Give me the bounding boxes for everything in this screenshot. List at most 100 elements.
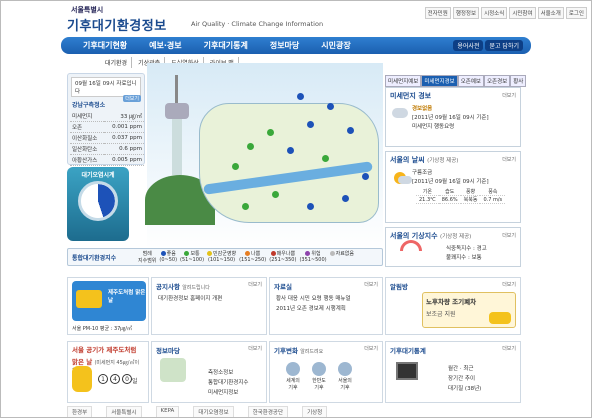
util-link[interactable]: 시정소식 [481,7,508,19]
station-marker[interactable] [322,155,329,162]
legend-swatch [245,251,251,256]
station-marker[interactable] [362,173,369,180]
tab-dust-alert[interactable]: 미세먼지경보 [421,75,458,87]
dust-guide-link[interactable]: 미세먼지 행동요령 [412,122,516,130]
pollutant-name: 이산화질소 [70,132,105,144]
util-link[interactable]: 전자민원 [424,7,451,19]
info-list: 측정소정보 통합대기환경지수 미세먼지정보 [202,366,254,398]
station-marker[interactable] [342,195,349,202]
rainbow-icon [400,240,422,251]
scrap-car-banner[interactable]: 노후차량 조기폐차 보조금 지원 [422,292,516,328]
station-marker[interactable] [327,103,334,110]
more-link[interactable]: 더보기 [502,156,516,163]
more-link[interactable]: 더보기 [502,232,516,239]
site-title[interactable]: 기후대기환경정보 [67,15,167,34]
pollution-clock[interactable]: 대기오염시계 [67,167,129,241]
weather-index-box: 서울의 기상지수 (기상청 제공) 더보기 식중독지수 : 경고 불쾌지수 : … [385,227,521,267]
footer-link[interactable]: 서울특별시 [106,406,142,417]
list-item[interactable]: 2011년 오존 경보제 시행계획 [276,304,376,312]
glossary-button[interactable]: 용어사전 [453,40,484,51]
monitor-icon [396,362,418,380]
more-link[interactable]: 더보기 [248,281,262,288]
nav-item[interactable]: 정보마당 [270,40,299,51]
table-row: 21.3℃ 86.6% 북북동 0.7 m/s [416,195,506,204]
footer-link[interactable]: KEPA [155,406,180,417]
index-note: (기상청 제공) [439,234,472,240]
more-link[interactable]: 더보기 [502,92,516,99]
legend-range: (0~50) [159,257,178,263]
tab-yellow-dust[interactable]: 황사 [510,75,527,87]
sub-nav-item[interactable]: 대기환경 [101,57,133,68]
index-title-text: 서울의 기상지수 [390,232,438,240]
legend-items: 범례 지수범위 좋음 (0~50) 보통 (51~100) 민감군영향 (101~150… [138,250,354,264]
station-marker[interactable] [347,127,354,134]
tab-dust-forecast[interactable]: 미세먼지예보 [385,75,422,87]
weather-value: 86.6% [438,195,461,204]
nav-item[interactable]: 시민광장 [321,40,350,51]
station-marker[interactable] [307,203,314,210]
world-climate-link[interactable]: 세계의 기후 [284,362,302,391]
clean-days-box: 서울 공기가 제주도처럼 맑은 날 (미세먼지 45㎍/㎥이하) 1 4 0 일 [67,341,149,403]
station-marker[interactable] [297,93,304,100]
list-item[interactable]: 황사 대응 시민 요령 행동 매뉴얼 [276,294,376,302]
more-link[interactable]: 더보기 [248,345,262,352]
station-marker[interactable] [267,129,274,136]
station-marker[interactable] [307,121,314,128]
nav-item[interactable]: 기후대기통계 [204,40,248,51]
more-link[interactable]: 더보기 [502,345,516,352]
dust-alert-title: 미세먼지 경보 [390,92,432,100]
list-item[interactable]: 대기질 (38년) [448,384,481,392]
nav-item[interactable]: 예보·경보 [149,40,181,51]
korea-climate-link[interactable]: 한반도 기후 [310,362,328,391]
util-link[interactable]: 행정정보 [452,7,480,19]
list-item[interactable]: 장기간 추이 [448,374,481,382]
data-room-box: 자료실 더보기 황사 대응 시민 요령 행동 매뉴얼 2011년 오존 경보제 … [269,277,383,335]
more-link[interactable]: 더보기 [502,281,516,288]
counter-digit: 1 [98,374,108,384]
station-detail-button[interactable]: 더보기 [123,95,141,102]
station-marker[interactable] [247,143,254,150]
legend-range: (251~350) [269,257,297,263]
footer-link[interactable]: 기상청 [302,406,328,417]
table-row: 아황산가스 0.005 ppm [70,154,144,166]
util-link[interactable]: 시민참여 [509,7,536,19]
list-item[interactable]: 통합대기환경지수 [208,378,248,386]
banner-line: 노후차량 조기폐차 [426,298,477,306]
more-link[interactable]: 더보기 [364,281,378,288]
station-marker[interactable] [242,203,249,210]
list-item[interactable]: 측정소정보 [208,368,248,376]
tab-ozone-alert[interactable]: 오존경보 [484,75,511,87]
pollutant-value: 0.001 ppm [104,121,144,133]
list-item[interactable]: 미세먼지정보 [208,388,248,396]
table-row: 미세먼지 33 ㎍/㎥ [70,111,144,122]
list-item[interactable]: 월간 · 최근 [448,364,481,372]
station-marker[interactable] [272,191,279,198]
station-marker[interactable] [232,163,239,170]
legend-item: 자료없음 [329,250,354,264]
footer-link[interactable]: 환경부 [67,406,93,417]
index-line: 불쾌지수 : 보통 [446,255,482,261]
org-logo[interactable]: 서울특별시 [71,5,103,15]
legend-range: (51~100) [180,257,205,263]
more-link[interactable]: 더보기 [364,345,378,352]
main-nav: 기후대기현황 예보·경보 기후대기통계 정보마당 시민광장 용어사전 묻고 답하… [61,37,531,54]
util-links: 전자민원 행정정보 시정소식 시민참여 서울소개 로그인 [424,7,587,19]
footer-link[interactable]: 한국환경공단 [247,406,289,417]
legend-item: 보통 (51~100) [180,250,204,264]
pollutant-value: 0.005 ppm [104,154,144,166]
tab-ozone-forecast[interactable]: 오존예보 [457,75,484,87]
tower-head [165,103,189,119]
footer-link[interactable]: 대기오염정보 [193,406,234,417]
alert-box: 알림방 더보기 노후차량 조기폐차 보조금 지원 [385,277,521,335]
seoul-climate-link[interactable]: 서울의 기후 [336,362,354,391]
util-link[interactable]: 서울소개 [537,7,564,19]
air-quality-panel: 09월 16일 09시 자료입니다 강남구측정소 더보기 미세먼지 33 ㎍/㎥ … [67,73,145,166]
legend-item: 위험 (351~500) [299,250,327,264]
weather-value: 0.7 m/s [480,195,506,204]
list-item[interactable]: 대기환경정보 홈페이지 개편 [158,294,260,302]
station-marker[interactable] [287,147,294,154]
qna-button[interactable]: 묻고 답하기 [485,40,523,51]
util-link[interactable]: 로그인 [565,7,587,19]
pm-banner-box[interactable]: 제주도처럼 맑은 날 서울 PM-10 평균 : 37㎍/㎥ [67,277,149,335]
nav-item[interactable]: 기후대기현황 [83,40,127,51]
